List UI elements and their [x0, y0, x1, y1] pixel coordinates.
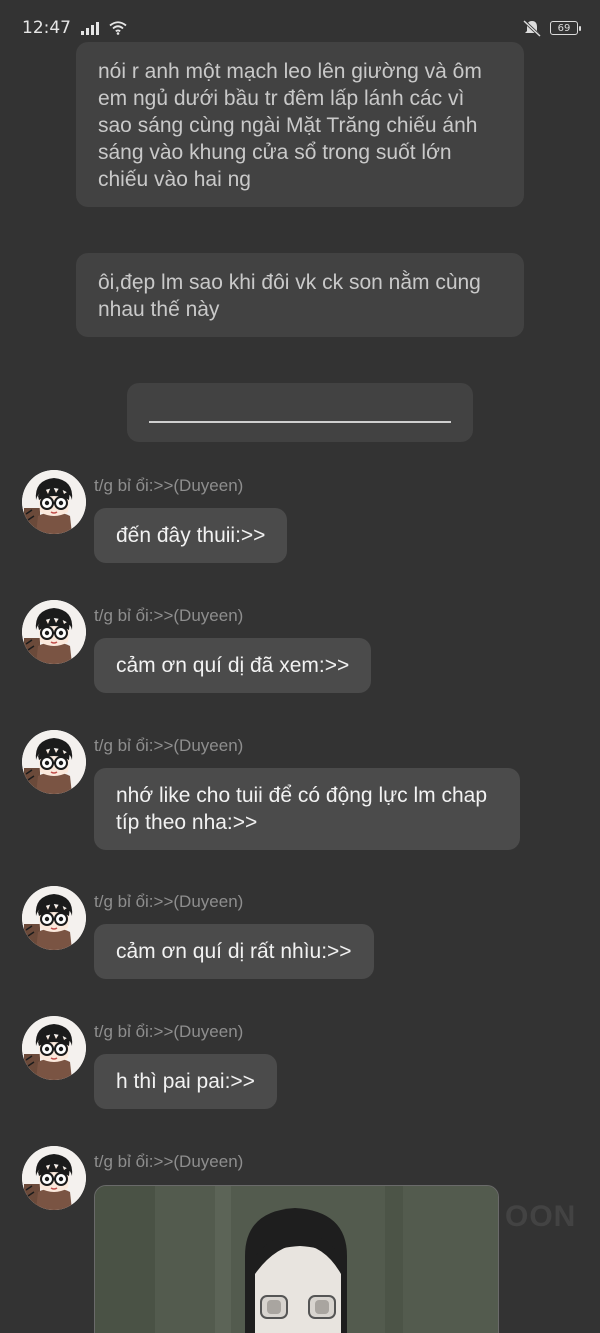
message-bubble: h thì pai pai:>>	[94, 1054, 277, 1109]
message-text: h thì pai pai:>>	[116, 1070, 255, 1093]
narration-text: nói r anh một mạch leo lên giường và ôm …	[98, 60, 482, 191]
narration-text: ôi,đẹp lm sao khi đôi vk ck son nằm cùng…	[98, 271, 481, 321]
mute-icon	[522, 19, 542, 37]
status-left: 12:47	[22, 18, 127, 38]
message-bubble: cảm ơn quí dị rất nhìu:>>	[94, 924, 374, 979]
message-bubble: đến đây thuii:>>	[94, 508, 288, 563]
message-bubble: cảm ơn quí dị đã xem:>>	[94, 638, 372, 693]
avatar-image	[22, 470, 86, 534]
sender-name: t/g bỉ ổi:>>(Duyeen)	[94, 476, 244, 495]
message-text: nhớ like cho tuii để có động lực lm chap…	[116, 784, 488, 834]
divider-bubble	[127, 383, 473, 442]
author-avatar[interactable]	[22, 470, 86, 534]
battery-icon: 69	[550, 21, 581, 35]
author-avatar[interactable]	[22, 886, 86, 950]
avatar-image	[22, 886, 86, 950]
signal-icon	[81, 21, 99, 35]
author-avatar[interactable]	[22, 730, 86, 794]
message-text: cảm ơn quí dị rất nhìu:>>	[116, 940, 352, 963]
status-right: 69	[522, 19, 581, 37]
author-avatar[interactable]	[22, 1016, 86, 1080]
message-bubble: nhớ like cho tuii để có động lực lm chap…	[94, 768, 520, 850]
author-avatar[interactable]	[22, 1146, 86, 1210]
avatar-image	[22, 730, 86, 794]
narration-bubble: nói r anh một mạch leo lên giường và ôm …	[76, 42, 524, 207]
wifi-icon	[109, 21, 127, 35]
author-avatar[interactable]	[22, 600, 86, 664]
image-message[interactable]	[94, 1185, 499, 1333]
message-text: cảm ơn quí dị đã xem:>>	[116, 654, 350, 677]
sender-name: t/g bỉ ổi:>>(Duyeen)	[94, 892, 244, 911]
sender-name: t/g bỉ ổi:>>(Duyeen)	[94, 1022, 244, 1041]
battery-level: 69	[557, 22, 571, 34]
narration-bubble: ôi,đẹp lm sao khi đôi vk ck son nằm cùng…	[76, 253, 524, 337]
watermark: OON	[505, 1200, 577, 1233]
avatar-image	[22, 600, 86, 664]
sender-name: t/g bỉ ổi:>>(Duyeen)	[94, 606, 244, 625]
character-image	[95, 1186, 498, 1333]
message-text: đến đây thuii:>>	[116, 524, 266, 547]
divider-line	[149, 421, 451, 423]
avatar-image	[22, 1146, 86, 1210]
sender-name: t/g bỉ ổi:>>(Duyeen)	[94, 736, 244, 755]
avatar-image	[22, 1016, 86, 1080]
sender-name: t/g bỉ ổi:>>(Duyeen)	[94, 1152, 244, 1171]
status-time: 12:47	[22, 18, 71, 38]
